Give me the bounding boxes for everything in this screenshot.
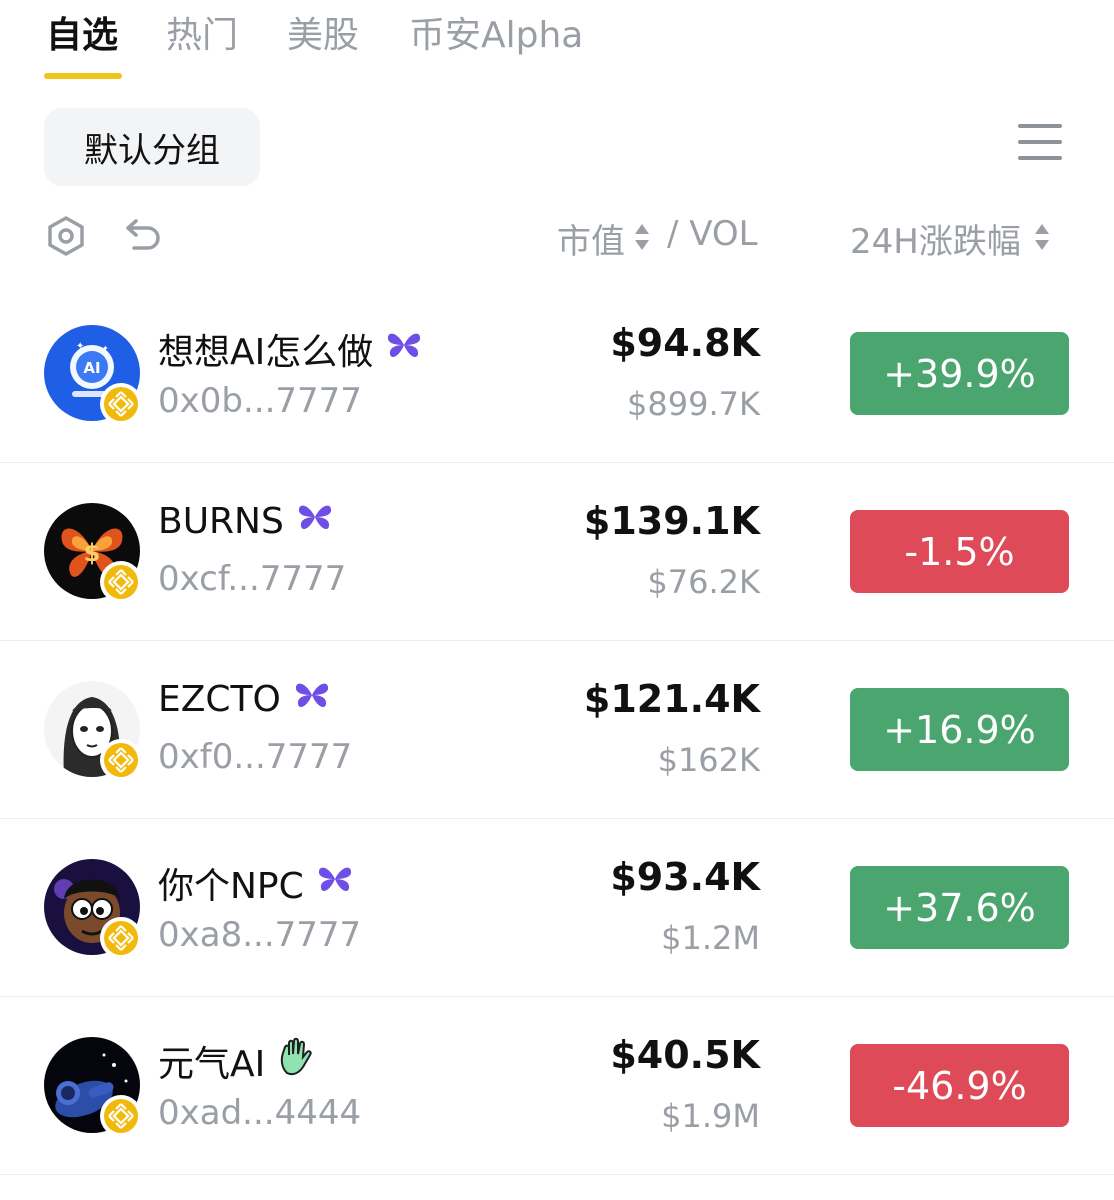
- token-row[interactable]: 元气AI 0xad...4444 $40.5K $1.9M -46.9%: [0, 997, 1114, 1175]
- default-group-button[interactable]: 默认分组: [44, 108, 260, 186]
- undo-icon[interactable]: [120, 214, 164, 262]
- mcap-header-label[interactable]: 市值: [557, 214, 625, 263]
- token-address: 0xa8...7777: [158, 915, 362, 955]
- volume: $1.9M: [661, 1097, 760, 1135]
- vol-header-label[interactable]: / VOL: [667, 214, 758, 254]
- market-tabs: 自选 热门 美股 币安Alpha: [0, 0, 1114, 80]
- tab-hot[interactable]: 热门: [166, 6, 238, 58]
- token-name-text: BURNS: [158, 501, 284, 542]
- volume: $1.2M: [661, 919, 760, 957]
- change-sort-icon[interactable]: [1033, 222, 1051, 256]
- volume: $76.2K: [647, 563, 760, 601]
- bnb-chain-icon: [100, 561, 142, 603]
- token-name: 你个NPC: [158, 857, 354, 909]
- svg-text:✦: ✦: [76, 341, 84, 352]
- svg-text:✦: ✦: [102, 344, 109, 353]
- bnb-chain-icon: [100, 739, 142, 781]
- svg-text:AI: AI: [83, 359, 100, 377]
- token-row[interactable]: AI ✦ ✦ 想想AI怎么做 0x0b...7777 $94.8K $899.7…: [0, 285, 1114, 463]
- change-header-label[interactable]: 24H涨跌幅: [850, 214, 1021, 263]
- tab-binance-alpha[interactable]: 币安Alpha: [409, 6, 583, 58]
- bnb-chain-icon: [100, 383, 142, 425]
- change-badge[interactable]: -46.9%: [850, 1044, 1069, 1127]
- market-cap: $40.5K: [610, 1033, 760, 1077]
- token-name: BURNS: [158, 501, 334, 542]
- market-cap: $94.8K: [610, 321, 760, 365]
- token-address: 0x0b...7777: [158, 381, 362, 421]
- token-name-text: 元气AI: [158, 1044, 266, 1085]
- butterfly-icon: [316, 863, 354, 904]
- settings-icon[interactable]: [44, 214, 88, 262]
- active-tab-indicator: [44, 73, 122, 79]
- mcap-sort-icon[interactable]: [633, 222, 651, 256]
- change-badge[interactable]: +39.9%: [850, 332, 1069, 415]
- token-name-text: 你个NPC: [158, 866, 304, 907]
- butterfly-icon: [293, 679, 331, 720]
- change-badge[interactable]: +16.9%: [850, 688, 1069, 771]
- butterfly-icon: [296, 501, 334, 542]
- token-address: 0xad...4444: [158, 1093, 362, 1133]
- token-row[interactable]: EZCTO 0xf0...7777 $121.4K $162K +16.9%: [0, 641, 1114, 819]
- tab-us-stocks[interactable]: 美股: [287, 6, 359, 58]
- token-row[interactable]: $ BURNS 0xcf...7777 $139.1K $76.2K -1.5%: [0, 463, 1114, 641]
- volume: $899.7K: [627, 385, 760, 423]
- token-name-text: EZCTO: [158, 679, 281, 720]
- token-row[interactable]: 你个NPC 0xa8...7777 $93.4K $1.2M +37.6%: [0, 819, 1114, 997]
- token-name-text: 想想AI怎么做: [158, 332, 374, 373]
- change-badge[interactable]: -1.5%: [850, 510, 1069, 593]
- token-name: 元气AI: [158, 1035, 315, 1087]
- bnb-chain-icon: [100, 1095, 142, 1137]
- token-list: AI ✦ ✦ 想想AI怎么做 0x0b...7777 $94.8K $899.7…: [0, 285, 1114, 1175]
- market-cap: $121.4K: [583, 677, 760, 721]
- tab-favorites[interactable]: 自选: [46, 6, 118, 58]
- token-address: 0xf0...7777: [158, 737, 353, 777]
- token-address: 0xcf...7777: [158, 559, 347, 599]
- bnb-chain-icon: [100, 917, 142, 959]
- market-cap: $139.1K: [583, 499, 760, 543]
- change-badge[interactable]: +37.6%: [850, 866, 1069, 949]
- waving-hand-icon: [277, 1037, 315, 1086]
- svg-text:$: $: [84, 539, 101, 567]
- market-cap: $93.4K: [610, 855, 760, 899]
- token-name: 想想AI怎么做: [158, 323, 423, 375]
- butterfly-icon: [385, 329, 423, 370]
- volume: $162K: [657, 741, 760, 779]
- list-menu-icon[interactable]: [1010, 118, 1068, 168]
- token-name: EZCTO: [158, 679, 331, 720]
